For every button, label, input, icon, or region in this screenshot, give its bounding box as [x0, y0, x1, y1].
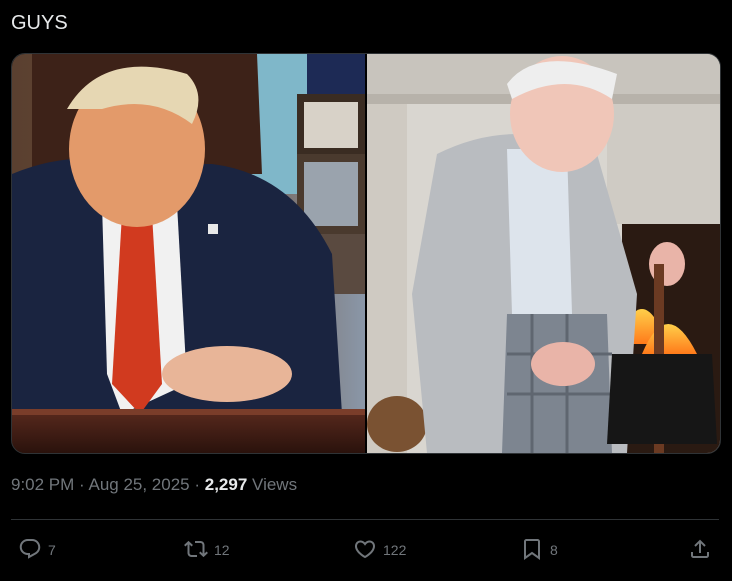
share-icon [688, 537, 712, 564]
reply-icon [18, 537, 42, 564]
action-bar: 7 12 122 8 [0, 532, 732, 568]
tweet-meta: 9:02 PM · Aug 25, 2025 · 2,297 Views [11, 474, 297, 496]
bookmark-icon [520, 537, 544, 564]
tweet-text: GUYS [11, 12, 68, 34]
tweet-media[interactable] [11, 53, 721, 454]
photo-woman-with-cane[interactable] [367, 54, 720, 453]
tweet-time[interactable]: 9:02 PM [11, 475, 74, 494]
bookmark-count: 8 [550, 542, 558, 558]
meta-separator: · [189, 475, 205, 494]
photo-man-at-desk-illustration [12, 54, 365, 453]
meta-separator: · [74, 475, 89, 494]
views-count: 2,297 [204, 475, 248, 494]
repost-count: 12 [214, 542, 230, 558]
heart-icon [353, 537, 377, 564]
divider [11, 519, 719, 520]
views-label: Views [252, 475, 298, 494]
tweet-date[interactable]: Aug 25, 2025 [88, 475, 189, 494]
like-button[interactable]: 122 [353, 532, 406, 568]
like-count: 122 [383, 542, 407, 558]
share-button[interactable] [688, 532, 712, 568]
photo-man-at-desk[interactable] [12, 54, 365, 453]
bookmark-button[interactable]: 8 [520, 532, 558, 568]
reply-button[interactable]: 7 [18, 532, 56, 568]
photo-woman-with-cane-illustration [367, 54, 720, 453]
repost-icon [184, 537, 208, 564]
reply-count: 7 [48, 542, 56, 558]
repost-button[interactable]: 12 [184, 532, 230, 568]
